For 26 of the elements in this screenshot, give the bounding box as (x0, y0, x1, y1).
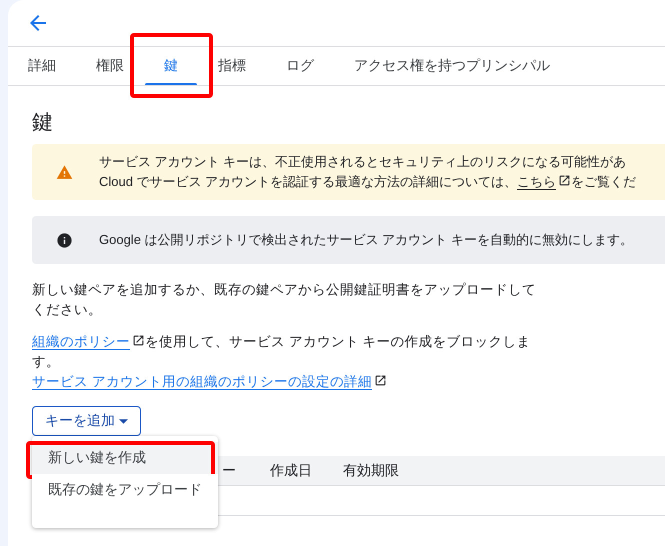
warning-icon (56, 164, 73, 180)
tab[interactable]: ログ (266, 47, 334, 85)
info-icon (56, 232, 73, 248)
tab[interactable]: 詳細 (8, 47, 76, 85)
notice-text: サービス アカウント キーは、不正使用されるとセキュリティ上のリスクになる可能性があ (99, 153, 628, 171)
column-header: ー (222, 462, 236, 480)
external-link-icon (374, 374, 387, 387)
tab[interactable]: 鍵 (144, 47, 198, 85)
column-header: 作成日 (270, 462, 312, 480)
policy-details-link[interactable]: サービス アカウント用の組織のポリシーの設定の詳細 (32, 374, 372, 390)
notice-text: Google は公開リポジトリで検出されたサービス アカウント キーを自動的に無効にします。 (99, 231, 633, 249)
tab[interactable]: 権限 (76, 47, 144, 85)
details-link[interactable]: こちら (517, 174, 556, 190)
add-key-button[interactable]: キーを追加 (32, 406, 141, 436)
tab[interactable]: 指標 (198, 47, 266, 85)
column-header: 有効期限 (343, 462, 399, 480)
section-heading: 鍵 (32, 110, 54, 136)
policy-text: 組織のポリシー を使用して、サービス アカウント キーの作成をブロックします。 サービス アカウント用の組織のポリシーの設定の詳細 (32, 333, 532, 392)
intro-text: 新しい鍵ペアを追加するか、既存の鍵ペアから公開鍵証明書をアップロードしてください。 (32, 281, 537, 319)
policy-link[interactable]: 組織のポリシー (32, 334, 130, 350)
tab[interactable]: アクセス権を持つプリンシパル (334, 47, 570, 85)
menu-item[interactable]: 既存の鍵をアップロード (32, 474, 218, 506)
caret-icon (119, 418, 128, 424)
external-link-icon (558, 174, 572, 187)
external-link-icon (132, 334, 145, 347)
notice-text: Cloud でサービス アカウントを認証する最適な方法の詳細については、こちら をご覧くだ (99, 173, 636, 192)
